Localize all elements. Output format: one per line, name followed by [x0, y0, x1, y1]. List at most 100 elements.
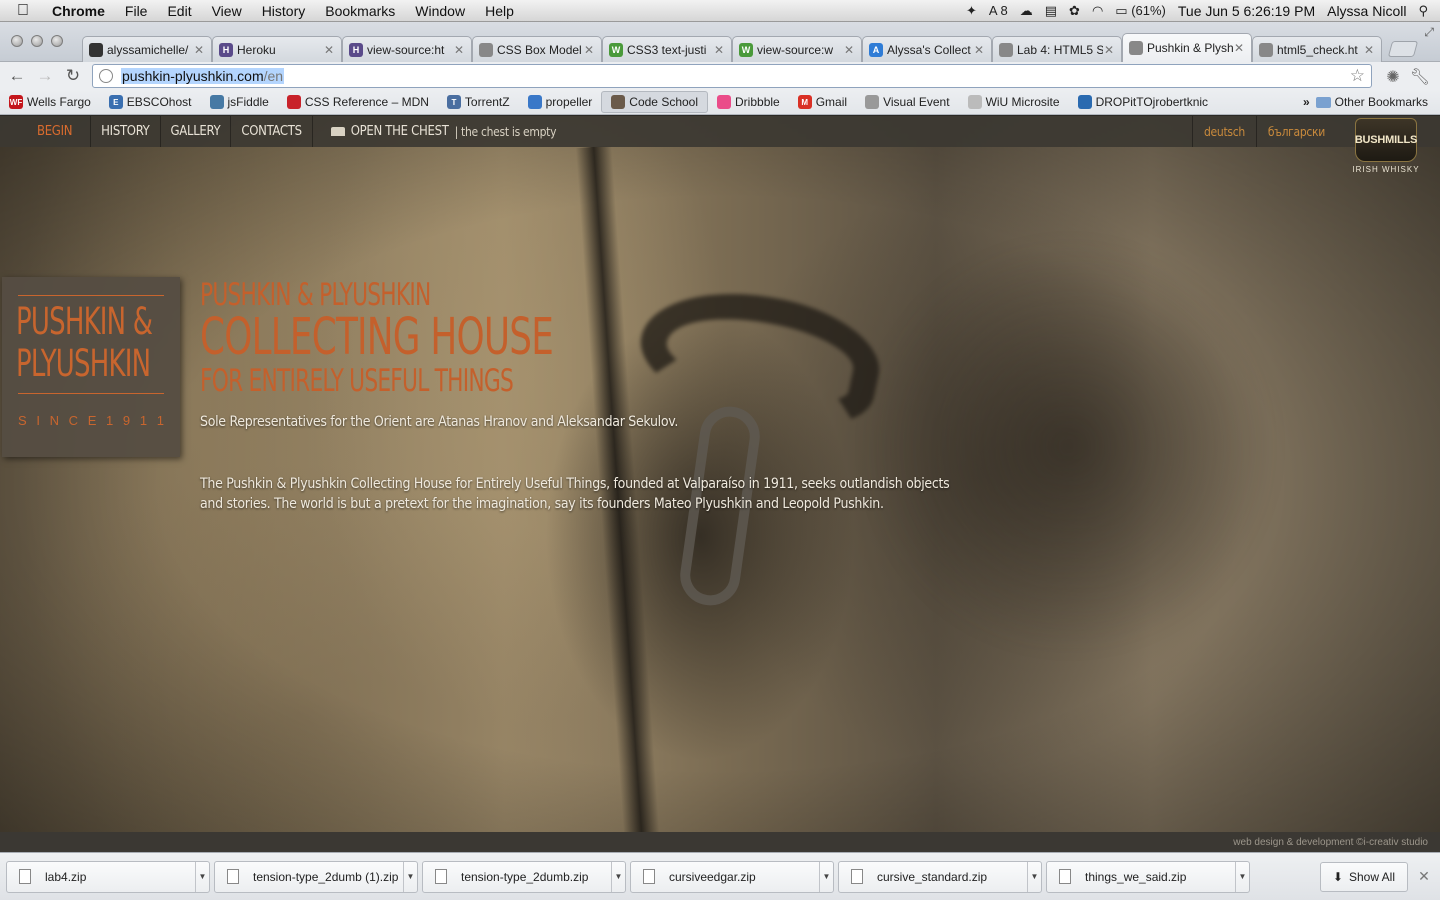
growl-icon[interactable]: ✿ [1069, 3, 1080, 19]
browser-tab[interactable]: W CSS3 text-justi ✕ [602, 36, 732, 62]
close-tab-icon[interactable]: ✕ [843, 43, 855, 57]
close-tab-icon[interactable]: ✕ [1233, 41, 1245, 55]
close-tab-icon[interactable]: ✕ [973, 43, 985, 57]
bookmarks-overflow-button[interactable]: » [1297, 95, 1316, 109]
download-item[interactable]: lab4.zip ▼ [6, 860, 210, 893]
close-tab-icon[interactable]: ✕ [713, 43, 725, 57]
bookmark-item[interactable]: T TorrentZ [438, 91, 519, 113]
menu-help[interactable]: Help [475, 3, 524, 19]
footer-credit[interactable]: web design & development ©i-creativ stud… [1233, 837, 1428, 848]
download-menu-arrow-icon[interactable]: ▼ [403, 861, 417, 892]
bookmark-label: Visual Event [883, 95, 950, 109]
download-item[interactable]: tension-type_2dumb (1).zip ▼ [214, 860, 418, 893]
show-all-downloads-button[interactable]: ⬇ Show All [1319, 861, 1408, 892]
web-page: BEGIN HISTORY GALLERY CONTACTS OPEN THE … [0, 116, 1440, 852]
apple-menu-icon[interactable]:  [0, 2, 46, 20]
download-menu-arrow-icon[interactable]: ▼ [1235, 861, 1249, 892]
zip-file-icon [851, 869, 863, 884]
bookmark-item[interactable]: DROPitTOjrobertknic [1069, 91, 1217, 113]
menu-chrome[interactable]: Chrome [46, 3, 115, 19]
address-bar[interactable]: pushkin-plyushkin.com/en ☆ [92, 64, 1372, 88]
download-menu-arrow-icon[interactable]: ▼ [611, 861, 625, 892]
menu-edit[interactable]: Edit [157, 3, 201, 19]
download-item[interactable]: tension-type_2dumb.zip ▼ [422, 860, 626, 893]
minimize-window-button[interactable] [31, 35, 43, 47]
zoom-window-button[interactable] [51, 35, 63, 47]
menu-window[interactable]: Window [405, 3, 475, 19]
download-menu-arrow-icon[interactable]: ▼ [195, 861, 209, 892]
download-menu-arrow-icon[interactable]: ▼ [819, 861, 833, 892]
menu-bookmarks[interactable]: Bookmarks [315, 3, 405, 19]
url-text[interactable]: pushkin-plyushkin.com/en [121, 68, 285, 84]
browser-tab[interactable]: A Alyssa's Collect ✕ [862, 36, 992, 62]
open-chest-link[interactable]: OPEN THE CHEST | the chest is empty [313, 124, 562, 139]
other-bookmarks-button[interactable]: Other Bookmarks [1315, 95, 1440, 109]
window-controls [11, 35, 63, 47]
new-tab-button[interactable] [1387, 41, 1419, 57]
download-item[interactable]: cursive_standard.zip ▼ [838, 860, 1042, 893]
spotlight-search-icon[interactable]: ⚲ [1418, 3, 1428, 19]
battery-icon[interactable]: ▭ (61%) [1115, 3, 1166, 19]
nav-contacts[interactable]: CONTACTS [231, 116, 313, 147]
back-button[interactable]: ← [6, 66, 28, 86]
logo-since: SINCE1911 [18, 413, 164, 428]
globe-icon [865, 95, 880, 109]
tabs: alyssamichelle/ ✕ H Heroku ✕ Hview-source:ht ✕… [82, 33, 1419, 62]
cloud-icon[interactable]: ☁ [1020, 3, 1033, 19]
language-deutsch[interactable]: deutsch [1192, 116, 1256, 147]
browser-tab[interactable]: Lab 4: HTML5 S ✕ [992, 36, 1122, 62]
bookmark-item[interactable]: WF Wells Fargo [0, 91, 100, 113]
reload-button[interactable]: ↻ [62, 66, 84, 86]
browser-tab[interactable]: Wview-source:w ✕ [732, 36, 862, 62]
bookmark-item[interactable]: M Gmail [789, 91, 856, 113]
browser-tab[interactable]: H Heroku ✕ [212, 36, 342, 62]
browser-tab[interactable]: html5_check.ht ✕ [1252, 36, 1382, 62]
menu-file[interactable]: File [115, 3, 158, 19]
browser-tab[interactable]: alyssamichelle/ ✕ [82, 36, 212, 62]
bushmills-sponsor-logo[interactable]: BUSHMILLS IRISH WHISKY [1352, 118, 1420, 174]
browser-tab[interactable]: CSS Box Model ✕ [472, 36, 602, 62]
bookmark-item[interactable]: Code School [601, 91, 709, 113]
close-tab-icon[interactable]: ✕ [1103, 43, 1115, 57]
page-info-icon[interactable] [99, 69, 113, 83]
site-logo[interactable]: PUSHKIN & PLYUSHKIN SINCE1911 [2, 277, 180, 457]
adobe-updater-icon[interactable]: A 8 [989, 3, 1008, 18]
wrench-menu-icon[interactable]: 🔧︎ [1410, 67, 1430, 87]
bookmark-label: Code School [629, 95, 699, 109]
clock[interactable]: Tue Jun 5 6:26:19 PM [1178, 3, 1315, 19]
forward-button[interactable]: → [34, 66, 56, 86]
close-download-shelf-icon[interactable]: ✕ [1408, 868, 1440, 885]
bookmark-item[interactable]: WiU Microsite [959, 91, 1069, 113]
browser-tab[interactable]: Hview-source:ht ✕ [342, 36, 472, 62]
close-tab-icon[interactable]: ✕ [323, 43, 335, 57]
close-tab-icon[interactable]: ✕ [1363, 43, 1375, 57]
bookmark-item[interactable]: jsFiddle [201, 91, 278, 113]
download-item[interactable]: cursiveedgar.zip ▼ [630, 860, 834, 893]
chest-status: | the chest is empty [454, 124, 557, 139]
menu-history[interactable]: History [252, 3, 316, 19]
language-bulgarian[interactable]: български [1255, 116, 1336, 147]
bookmark-item[interactable]: E EBSCOhost [100, 91, 201, 113]
wifi-icon[interactable]: ◠ [1092, 3, 1103, 19]
menu-view[interactable]: View [202, 3, 252, 19]
bookmark-item[interactable]: Dribbble [708, 91, 789, 113]
dropbox-icon[interactable]: ✦ [966, 3, 977, 19]
bookmark-item[interactable]: propeller [519, 91, 602, 113]
close-tab-icon[interactable]: ✕ [193, 43, 205, 57]
download-item[interactable]: things_we_said.zip ▼ [1046, 860, 1250, 893]
bookmark-item[interactable]: CSS Reference – MDN [278, 91, 438, 113]
browser-tab[interactable]: Pushkin & Plysh ✕ [1122, 33, 1252, 62]
close-tab-icon[interactable]: ✕ [453, 43, 465, 57]
nav-history[interactable]: HISTORY [91, 116, 161, 147]
fullscreen-icon[interactable]: ⤢ [1424, 25, 1434, 40]
extension-icon[interactable]: ✺ [1386, 67, 1399, 87]
bookmark-star-icon[interactable]: ☆ [1350, 66, 1365, 86]
download-menu-arrow-icon[interactable]: ▼ [1027, 861, 1041, 892]
close-window-button[interactable] [11, 35, 23, 47]
close-tab-icon[interactable]: ✕ [583, 43, 595, 57]
user-name[interactable]: Alyssa Nicoll [1327, 3, 1406, 19]
nav-begin[interactable]: BEGIN [0, 116, 92, 147]
clipboard-icon[interactable]: ▤ [1045, 3, 1057, 19]
bookmark-item[interactable]: Visual Event [856, 91, 959, 113]
nav-gallery[interactable]: GALLERY [161, 116, 232, 147]
